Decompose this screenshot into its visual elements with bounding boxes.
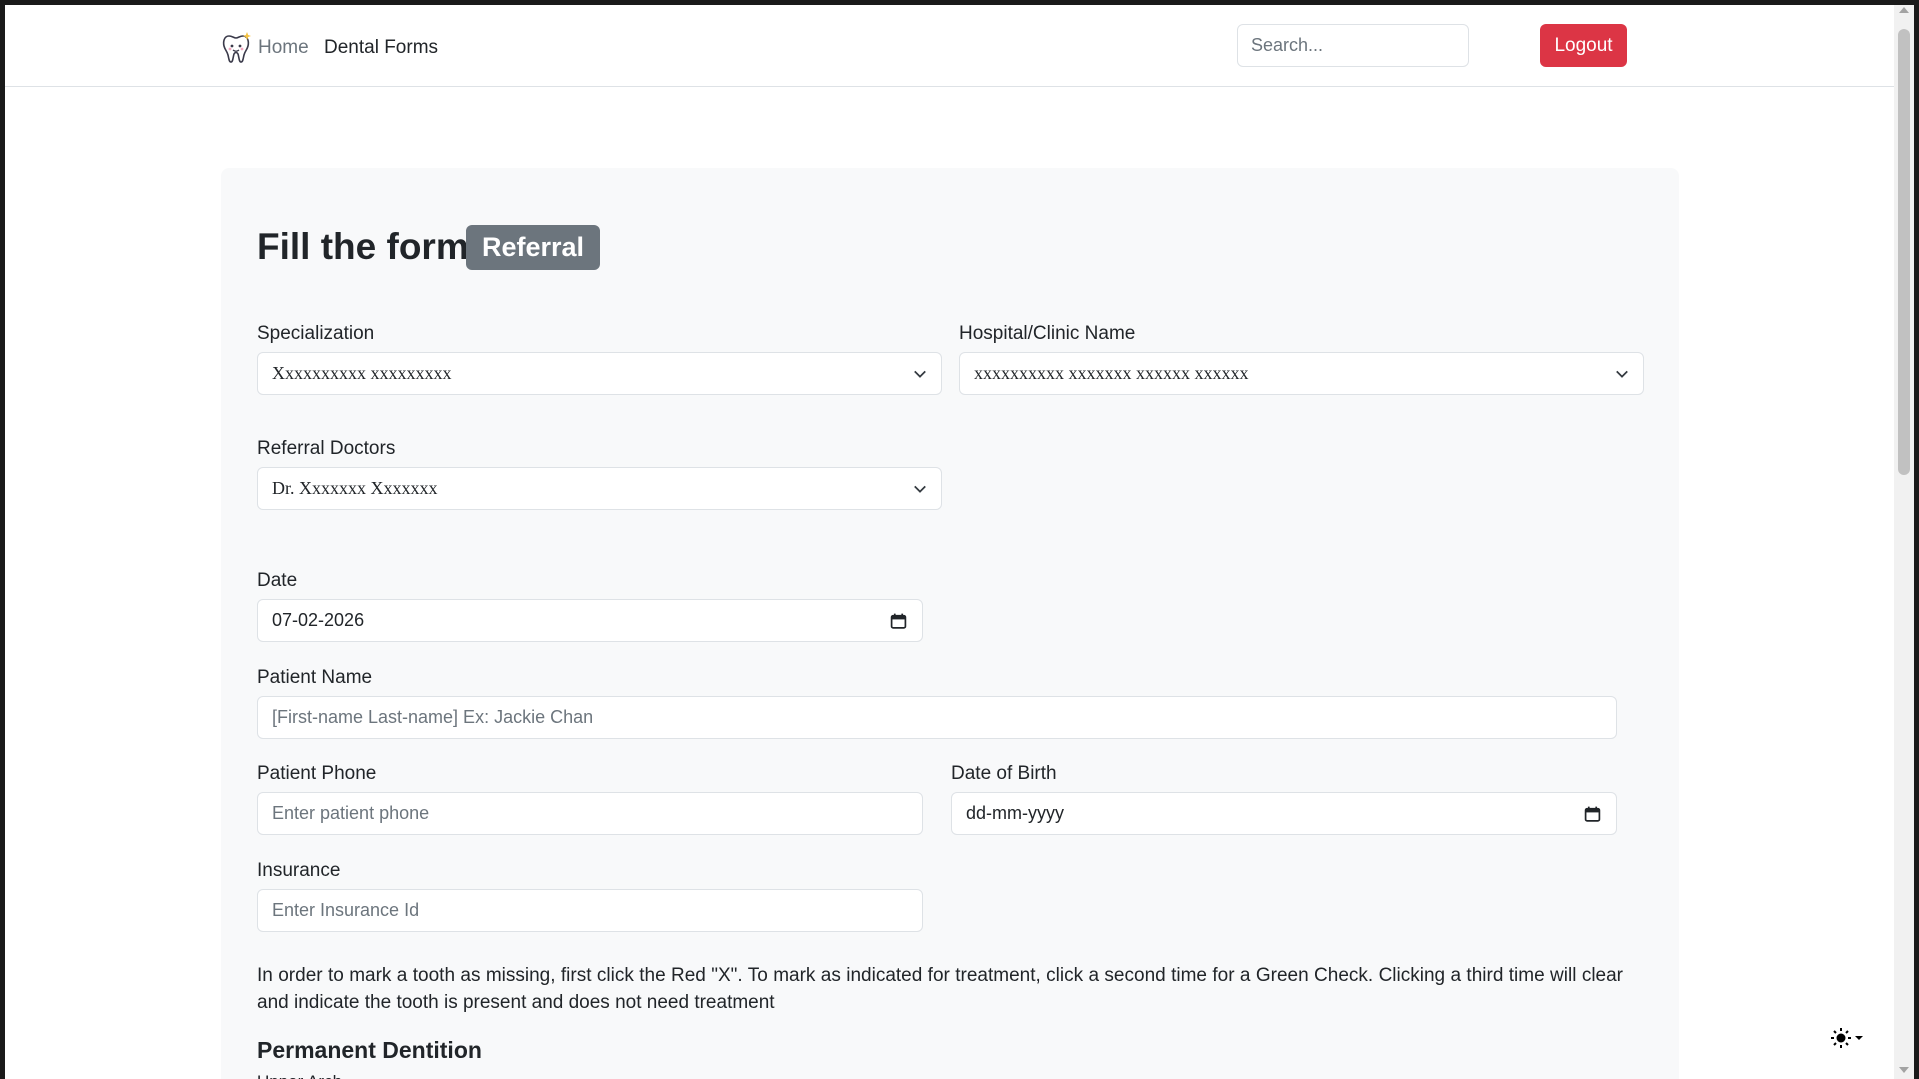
date-input[interactable]: 07-02-2026 — [257, 599, 923, 642]
calendar-icon[interactable] — [890, 612, 907, 630]
logout-button[interactable]: Logout — [1540, 24, 1627, 67]
tooth-icon[interactable] — [220, 30, 254, 64]
browser-viewport: Home Dental Forms Logout Fill the form R… — [5, 5, 1899, 1079]
scrollbar-thumb[interactable] — [1898, 29, 1910, 475]
patient-name-placeholder: [First-name Last-name] Ex: Jackie Chan — [272, 707, 594, 727]
search-input[interactable] — [1237, 24, 1469, 67]
sun-icon — [1831, 1028, 1863, 1048]
referral-doctors-label: Referral Doctors — [257, 438, 396, 459]
patient-name-input[interactable]: [First-name Last-name] Ex: Jackie Chan — [257, 696, 1617, 739]
chevron-down-icon — [914, 370, 926, 378]
patient-name-label: Patient Name — [257, 667, 373, 688]
theme-toggle-button[interactable] — [1831, 1026, 1871, 1050]
tooth-marking-instructions: In order to mark a tooth as missing, fir… — [257, 965, 1623, 1013]
scroll-down-arrow-icon[interactable] — [1899, 1067, 1909, 1073]
specialization-select[interactable]: Xxxxxxxxxx xxxxxxxxx — [257, 352, 942, 395]
dob-input[interactable]: dd-mm-yyyy — [951, 792, 1617, 835]
hospital-value: xxxxxxxxxx xxxxxxx xxxxxx xxxxxx — [974, 363, 1249, 383]
insurance-input[interactable]: Enter Insurance Id — [257, 889, 923, 932]
referral-doctor-value: Dr. Xxxxxxx Xxxxxxx — [272, 478, 438, 498]
dob-label: Date of Birth — [951, 763, 1057, 784]
scroll-up-arrow-icon[interactable] — [1899, 7, 1909, 13]
date-label: Date — [257, 570, 298, 591]
nav-dental-forms-link[interactable]: Dental Forms — [324, 36, 438, 60]
specialization-label: Specialization — [257, 323, 375, 344]
patient-phone-input[interactable]: Enter patient phone — [257, 792, 923, 835]
page-title: Fill the form — [257, 226, 469, 267]
top-navbar: Home Dental Forms Logout — [5, 5, 1899, 87]
calendar-icon[interactable] — [1584, 805, 1601, 823]
chevron-down-icon — [914, 485, 926, 493]
hospital-label: Hospital/Clinic Name — [959, 323, 1136, 344]
referral-doctors-select[interactable]: Dr. Xxxxxxx Xxxxxxx — [257, 467, 942, 510]
dob-value: dd-mm-yyyy — [966, 803, 1064, 823]
date-value: 07-02-2026 — [272, 610, 365, 630]
insurance-label: Insurance — [257, 860, 341, 881]
insurance-placeholder: Enter Insurance Id — [272, 900, 420, 920]
upper-arch-label: Upper Arch — [257, 1071, 342, 1079]
hospital-select[interactable]: xxxxxxxxxx xxxxxxx xxxxxx xxxxxx — [959, 352, 1644, 395]
patient-phone-placeholder: Enter patient phone — [272, 803, 430, 823]
form-type-badge: Referral — [466, 225, 600, 270]
vertical-scrollbar[interactable] — [1894, 5, 1914, 1079]
permanent-dentition-heading: Permanent Dentition — [257, 1037, 482, 1063]
nav-home-link[interactable]: Home — [258, 36, 309, 60]
chevron-down-icon — [1616, 370, 1628, 378]
patient-phone-label: Patient Phone — [257, 763, 377, 784]
specialization-value: Xxxxxxxxxx xxxxxxxxx — [272, 363, 452, 383]
caret-down-icon — [1855, 1036, 1863, 1040]
